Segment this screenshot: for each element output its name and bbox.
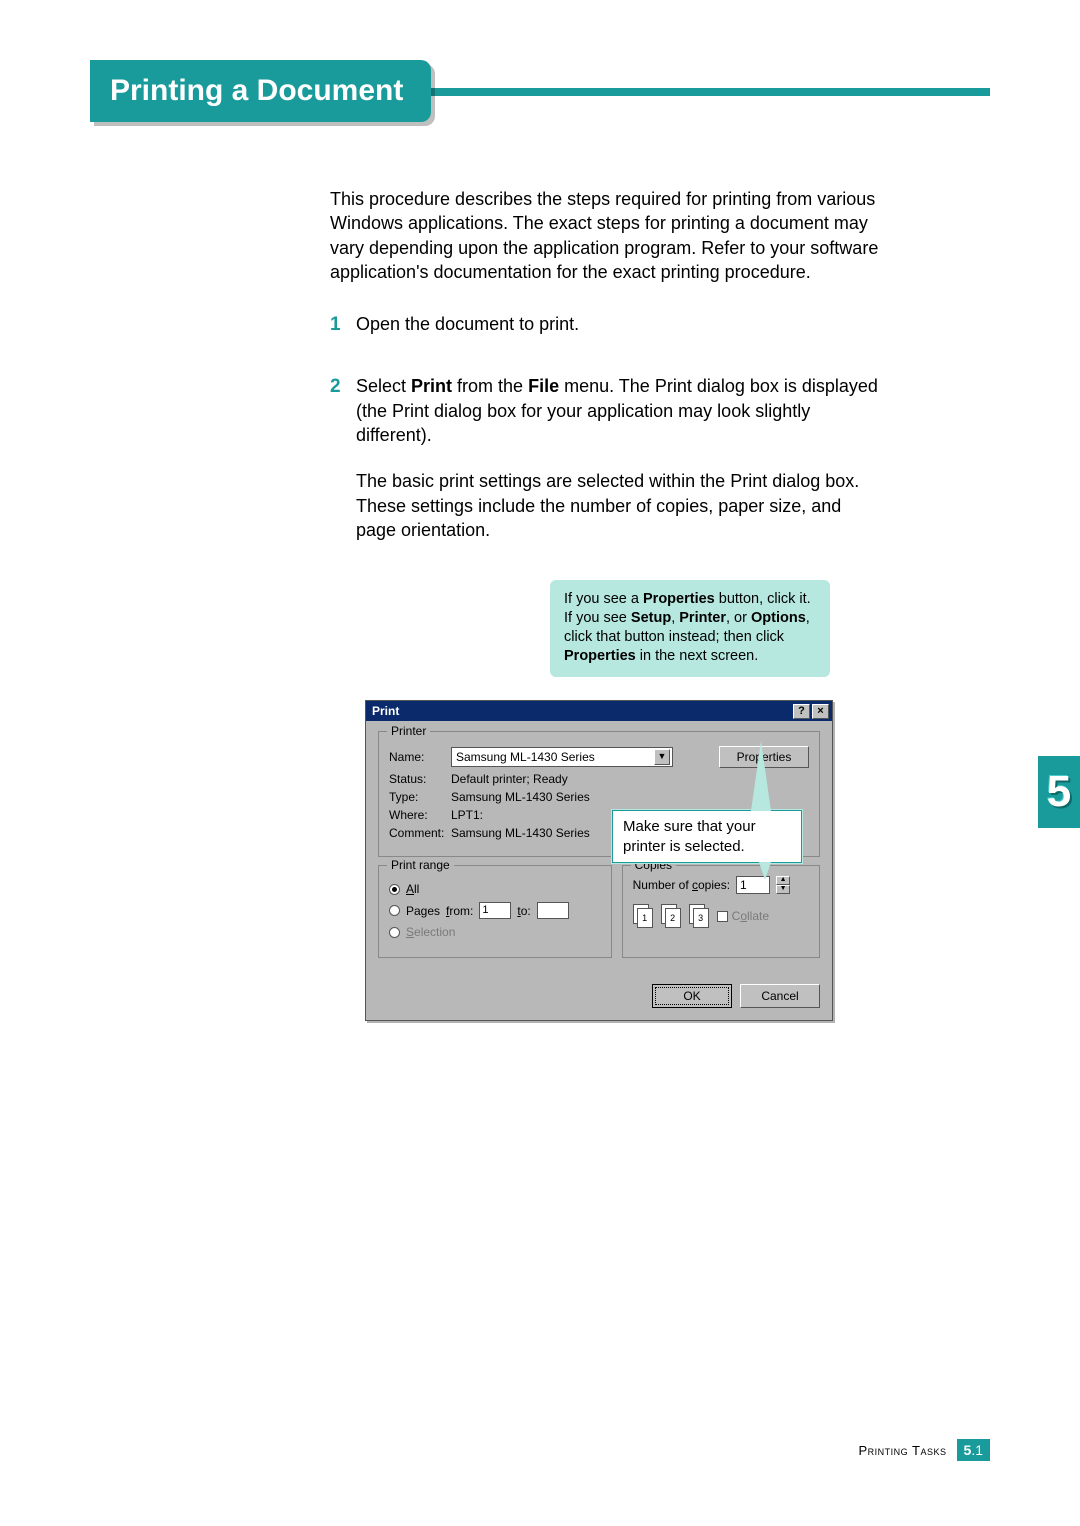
close-button[interactable]: ×: [812, 704, 829, 719]
step-number: 2: [330, 374, 341, 400]
footer-page-number: 5.1: [957, 1439, 990, 1461]
footer-section: Printing Tasks: [859, 1443, 947, 1458]
callout-text: in the next screen.: [636, 648, 759, 664]
content-area: This procedure describes the steps requi…: [330, 187, 880, 542]
step-number: 1: [330, 312, 341, 338]
copies-label: Number of copies:: [633, 878, 730, 892]
callout-bold: Properties: [564, 648, 636, 664]
radio-all[interactable]: [389, 884, 400, 895]
collate-icon: 2 2: [661, 904, 685, 928]
callout-bold: Setup: [631, 610, 671, 626]
step-text: Open the document to print.: [356, 314, 579, 334]
footer-minor: .1: [971, 1442, 983, 1458]
callout-printer-selected: Make sure that your printer is selected.: [612, 810, 802, 863]
collate-checkbox[interactable]: [717, 911, 728, 922]
chevron-down-icon[interactable]: ▼: [776, 885, 790, 894]
comment-label: Comment:: [389, 826, 451, 840]
bold-file: File: [528, 376, 559, 396]
dialog-footer: OK Cancel: [366, 978, 832, 1020]
bold-print: Print: [411, 376, 452, 396]
chapter-number: 5: [1047, 767, 1071, 817]
chevron-down-icon[interactable]: ▼: [654, 749, 670, 765]
callout-bold: Properties: [643, 591, 715, 607]
callout-bold: Options: [751, 610, 806, 626]
step-2: 2 Select Print from the File menu. The P…: [330, 374, 880, 542]
title-bar: Printing a Document: [90, 60, 990, 122]
to-label: to:: [517, 904, 530, 918]
radio-selection: [389, 927, 400, 938]
dialog-title: Print: [372, 704, 399, 718]
print-range-group: Print range AAllll Pages from: 1 to:: [378, 865, 612, 958]
page-footer: Printing Tasks 5.1: [859, 1439, 990, 1461]
chapter-tab: 5: [1038, 756, 1080, 828]
radio-all-label: AAllll: [406, 882, 419, 896]
collate-icon: 1 1: [633, 904, 657, 928]
title-pill: Printing a Document: [90, 60, 431, 122]
step-1: 1 Open the document to print.: [330, 312, 880, 336]
type-label: Type:: [389, 790, 451, 804]
help-button[interactable]: ?: [793, 704, 810, 719]
intro-paragraph: This procedure describes the steps requi…: [330, 187, 880, 284]
ok-button[interactable]: OK: [652, 984, 732, 1008]
step-text-part: from the: [452, 376, 528, 396]
collate-label: Collate: [732, 909, 769, 923]
page-title: Printing a Document: [110, 74, 403, 108]
callout-bold: Printer: [679, 610, 726, 626]
from-input[interactable]: 1: [479, 902, 511, 919]
where-label: Where:: [389, 808, 451, 822]
radio-pages-label: Pages: [406, 904, 440, 918]
to-input[interactable]: [537, 902, 569, 919]
radio-selection-label: Selection: [406, 925, 455, 939]
document-page: Printing a Document This procedure descr…: [0, 0, 1080, 1526]
step-subparagraph: The basic print settings are selected wi…: [356, 469, 880, 542]
copies-spinner[interactable]: ▲ ▼: [776, 876, 790, 894]
collate-icon: 3 3: [689, 904, 713, 928]
chevron-up-icon[interactable]: ▲: [776, 876, 790, 885]
printer-name-dropdown[interactable]: Samsung ML-1430 Series ▼: [451, 747, 673, 767]
group-legend: Print range: [387, 858, 454, 872]
from-label: from:: [446, 904, 473, 918]
copies-group: Copies Number of copies: 1 ▲ ▼ 1 1: [622, 865, 820, 958]
status-label: Status:: [389, 772, 451, 786]
name-label: Name:: [389, 750, 451, 764]
cancel-button[interactable]: Cancel: [740, 984, 820, 1008]
group-legend: Printer: [387, 724, 430, 738]
step-text-part: Select: [356, 376, 411, 396]
printer-name-value: Samsung ML-1430 Series: [456, 750, 654, 764]
callout-text: If you see a: [564, 591, 643, 607]
callout-properties: If you see a Properties button, click it…: [550, 580, 830, 677]
dialog-titlebar[interactable]: Print ? ×: [366, 701, 832, 721]
radio-pages[interactable]: [389, 905, 400, 916]
callout-text: , or: [726, 610, 751, 626]
